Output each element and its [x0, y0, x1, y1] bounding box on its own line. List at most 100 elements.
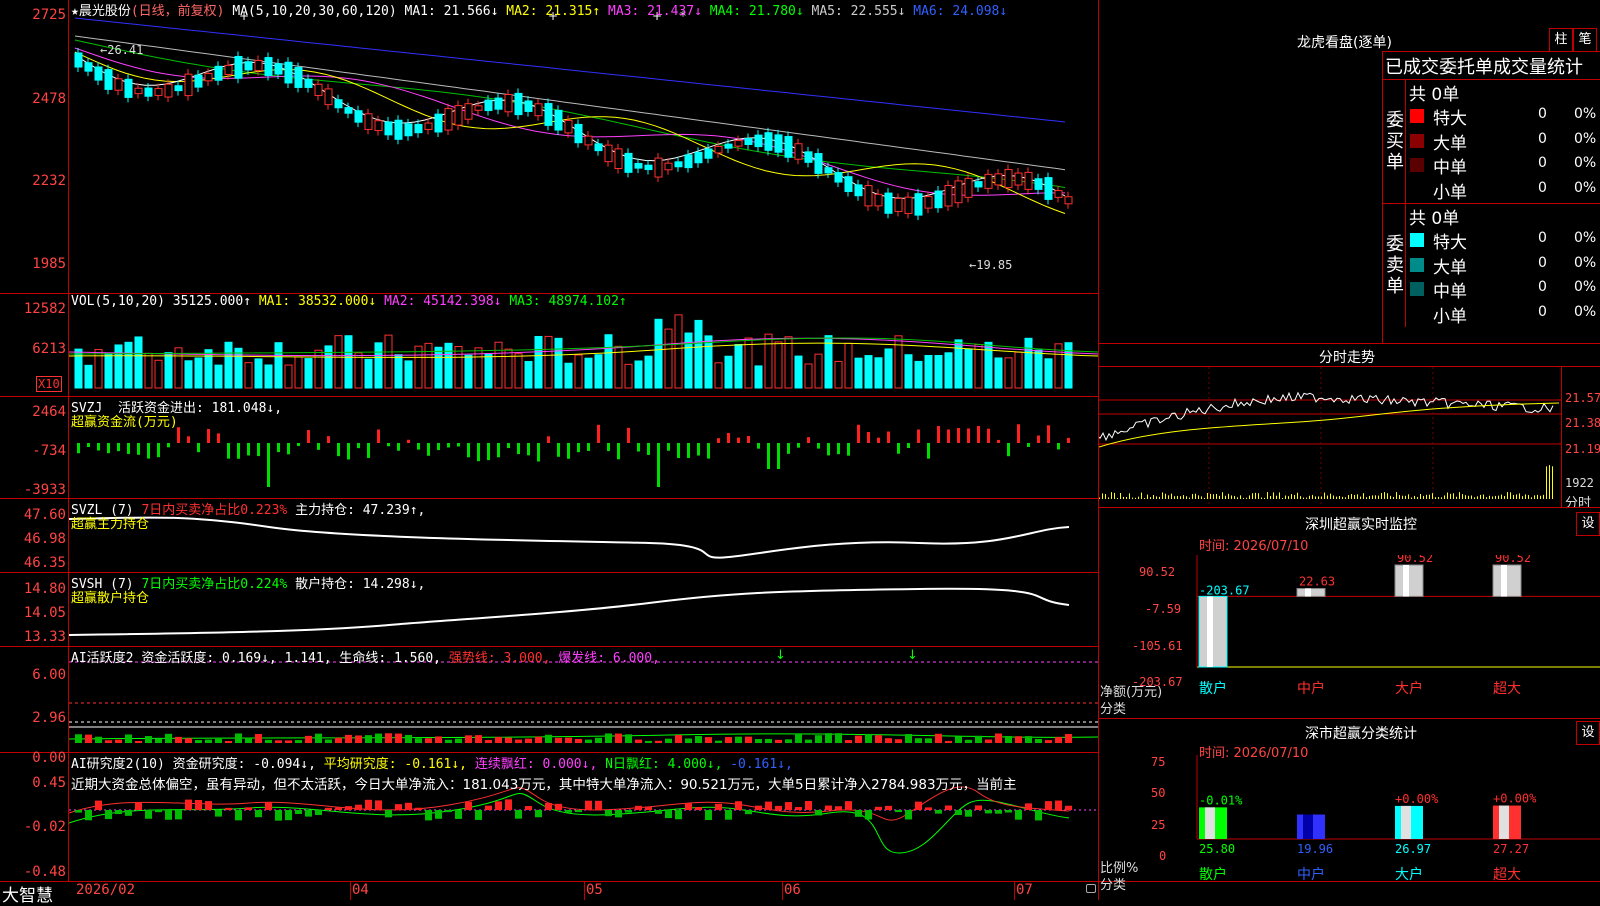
classify-bar [1395, 805, 1423, 839]
monitor-bar [1198, 595, 1228, 668]
monitor-bar-label: 90.52 [1495, 555, 1531, 565]
monitor-axis-tick: -7.59 [1145, 602, 1182, 616]
order-type: 中单 [1433, 282, 1467, 302]
order-type: 大单 [1433, 133, 1467, 154]
svsh-chart[interactable]: SVSH (7) 7日内买卖净占比0.224% 散户持仓: 14.298↓, 超… [69, 573, 1098, 646]
monitor-bar [1394, 564, 1424, 597]
classify-category: 大户 [1395, 866, 1423, 883]
tick-mode-button[interactable]: 笔 [1573, 28, 1597, 52]
order-percent: 0% [1574, 155, 1597, 171]
svzj-sub: 超赢资金流(万元) [71, 415, 178, 430]
monitor-category: 中户 [1297, 680, 1325, 697]
order-type: 中单 [1433, 158, 1467, 178]
order-swatch [1410, 182, 1424, 197]
classify-axis-tick: 50 [1151, 786, 1166, 800]
order-type: 特大 [1433, 109, 1467, 129]
monitor-category: 大户 [1395, 680, 1423, 697]
svsh-sub: 超赢散户持仓 [71, 591, 150, 606]
classify-chart[interactable]: -0.01% 25.80 散户 19.96 中户 +0.00% 26.97 大户 +0.00% 2… [1099, 755, 1600, 900]
ai-active-item1: 资金活跃度: 0.169↓, 1.141, [141, 651, 332, 666]
ai-research-item4: N日飘红: 4.000↓, [605, 757, 723, 772]
period-label: (日线，前复权) [130, 4, 225, 19]
svzl-axis-tick: 46.98 [23, 531, 66, 547]
x-axis-label: 05 [586, 882, 603, 898]
order-type: 小单 [1433, 182, 1467, 203]
order-swatch [1410, 257, 1424, 272]
ma-label: MA(5,10,20,30,60,120) [232, 4, 397, 19]
classify-bar [1199, 807, 1227, 839]
svzl-chart[interactable]: SVZL (7) 7日内买卖净占比0.223% 主力持仓: 47.239↑, 超… [69, 499, 1098, 572]
buy-total: 共 0单 [1409, 85, 1460, 105]
monitor-date: 时间: 2026/07/10 [1199, 539, 1309, 554]
ai-research-header: AI研究度2(10) 资金研究度: -0.094↓, 平均研究度: -0.161… [71, 753, 793, 772]
monitor-category: 超大 [1493, 681, 1521, 697]
classify-unit-cat: 分类 [1100, 878, 1127, 893]
ai-research-item5: -0.161↓, [730, 757, 793, 772]
monitor-bar-label: 22.63 [1299, 575, 1335, 589]
vol-axis-tick: 12582 [23, 301, 66, 317]
classify-delta: +0.00% [1395, 792, 1439, 806]
order-percent: 0% [1574, 130, 1597, 147]
vol-unit: X10 [36, 376, 62, 392]
price-chart[interactable]: + + + * ★晨光股份(日线，前复权) MA(5,10,20,30,60,120)… [69, 0, 1098, 293]
x-axis-label: 07 [1016, 882, 1033, 898]
classify-delta: +0.00% [1493, 792, 1537, 806]
ai-research-item3: 连续飘红: 0.000↓, [474, 757, 598, 772]
ai-research-item1: 资金研究度: -0.094↓, [172, 757, 316, 772]
svzj-axis-tick: -734 [32, 443, 66, 459]
intraday-footer: 分时 [1565, 496, 1592, 511]
stock-title: ★晨光股份 [71, 4, 131, 19]
stats-title: 已成交委托单成交量统计 [1385, 57, 1583, 78]
svzj-chart[interactable]: SVZJ 活跃资金进出: 181.048↓, 超赢资金流(万元) [69, 397, 1098, 498]
order-percent: 0% [1574, 106, 1597, 122]
price-axis-tick: 1985 [32, 256, 66, 272]
order-count: 0 [1538, 155, 1547, 171]
svsh-axis-tick: 14.05 [23, 605, 66, 621]
buy-side-label: 委买单 [1386, 110, 1404, 173]
intraday-chart[interactable] [1099, 367, 1561, 507]
ma-value: MA1: 21.566↓ [404, 4, 507, 19]
app-logo[interactable]: 大智慧 [2, 881, 53, 906]
intraday-axis-tick: 21.57 [1565, 391, 1600, 405]
sell-total: 共 0单 [1409, 209, 1460, 229]
ai-research-chart[interactable]: AI研究度2(10) 资金研究度: -0.094↓, 平均研究度: -0.161… [69, 753, 1098, 881]
classify-bar-label: 27.27 [1493, 842, 1529, 856]
ai-research-axis-tick: -0.02 [23, 819, 66, 835]
ai-active-label: AI活跃度2 [71, 651, 134, 666]
ma-value: MA4: 21.780↓ [709, 4, 812, 19]
column-mode-button[interactable]: 柱 [1549, 28, 1573, 52]
svzl-item: 主力持仓: 47.239↑, [295, 503, 426, 518]
ai-active-chart[interactable]: ↓ ↓ AI活跃度2 资金活跃度: 0.169↓, 1.141, 生命线: 1.5… [69, 647, 1098, 752]
ma-value: MA6: 24.098↓ [913, 4, 1008, 19]
svg-text:↓: ↓ [907, 648, 918, 663]
order-count: 0 [1538, 179, 1547, 196]
svzl-axis-tick: 47.60 [23, 507, 66, 523]
classify-category: 中户 [1297, 866, 1325, 883]
ai-active-axis-tick: 0.00 [32, 750, 66, 766]
order-percent: 0% [1574, 279, 1597, 295]
monitor-title: 深圳超赢实时监控 [1305, 517, 1417, 533]
ma-value: MA3: 21.437↓ [608, 4, 710, 19]
ma-values: MA1: 21.566↓ MA2: 21.315↑ MA3: 21.437↓ M… [405, 4, 1008, 19]
svsh-ratio: 7日内买卖净占比0.224% [141, 577, 288, 592]
svsh-item: 散户持仓: 14.298↓, [295, 577, 426, 592]
monitor-bar-label: -203.67 [1199, 583, 1250, 597]
ma-value: MA1: 38532.000↓ [258, 294, 385, 309]
order-count: 0 [1538, 303, 1547, 320]
price-axis-tick: 2725 [32, 7, 66, 23]
ai-active-axis-tick: 6.00 [32, 667, 66, 683]
lock-icon[interactable] [1086, 884, 1096, 893]
vol-header: VOL(5,10,20) 35125.000↑ MA1: 38532.000↓ … [71, 294, 627, 309]
vol-axis-tick: 6213 [32, 341, 66, 357]
volume-chart[interactable]: VOL(5,10,20) 35125.000↑ MA1: 38532.000↓ … [69, 294, 1098, 396]
ai-research-label: AI研究度2(10) [71, 757, 165, 772]
classify-bar [1297, 814, 1325, 839]
right-panel: 龙虎看盘(逐单) 柱 笔 已成交委托单成交量统计 委买单 共 0单 特大 0 0% 大… [1099, 0, 1600, 900]
lhb-title: 龙虎看盘(逐单) [1297, 35, 1392, 51]
classify-bar-label: 25.80 [1199, 842, 1235, 856]
order-swatch [1410, 306, 1424, 321]
classify-category: 散户 [1199, 866, 1227, 883]
monitor-settings-button[interactable]: 设 [1576, 512, 1600, 536]
high-price-label: ←26.41 [100, 43, 144, 57]
classify-settings-button[interactable]: 设 [1576, 721, 1600, 745]
